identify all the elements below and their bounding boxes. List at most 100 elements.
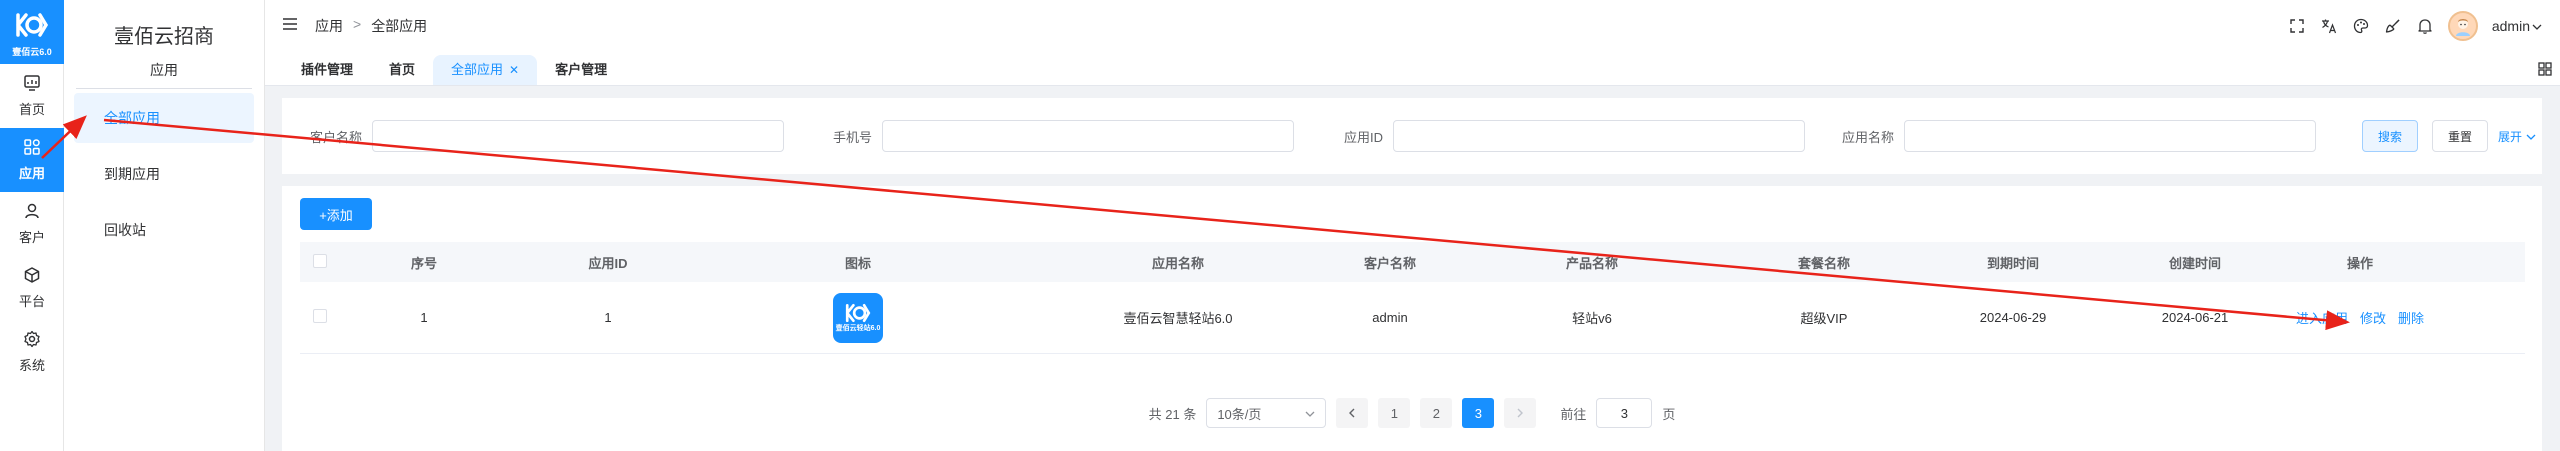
column-header: 产品名称 — [1565, 255, 1618, 271]
tabs-bar: 插件管理 首页 全部应用 ✕ 客户管理 — [265, 52, 2560, 86]
tab-all-apps[interactable]: 全部应用 ✕ — [433, 55, 538, 85]
tab-plugins[interactable]: 插件管理 — [283, 55, 371, 85]
cell-app-id: 1 — [604, 310, 612, 325]
field-label: 手机号 — [832, 129, 872, 145]
brand-name: 壹佰云招商 — [114, 26, 214, 48]
cell-created: 2024-06-21 — [2161, 310, 2229, 325]
breadcrumb: 应用 > 全部应用 — [315, 16, 427, 36]
page-button[interactable]: 2 — [1420, 398, 1453, 428]
rail-item-label: 客户 — [18, 230, 45, 245]
search-button[interactable]: 搜索 — [2362, 120, 2418, 152]
expand-button[interactable]: 展开 — [2498, 128, 2536, 145]
edit-link[interactable]: 修改 — [2360, 311, 2386, 326]
rail-item-label: 系统 — [18, 358, 45, 373]
column-header: 序号 — [410, 255, 437, 271]
apps-grid-icon — [23, 138, 41, 163]
fullscreen-icon[interactable] — [2288, 17, 2306, 35]
chevron-down-icon — [2532, 18, 2542, 34]
delete-link[interactable]: 删除 — [2398, 311, 2424, 326]
close-icon[interactable]: ✕ — [509, 63, 519, 77]
header-checkbox-cell — [300, 253, 340, 271]
phone-input[interactable] — [882, 120, 1294, 152]
submenu-panel: 壹佰云招商 应用 全部应用 到期应用 回收站 — [64, 0, 265, 451]
user-avatar[interactable] — [2447, 11, 2478, 41]
total-count: 共 21 条 — [1148, 406, 1197, 422]
field-label: 客户名称 — [309, 129, 362, 145]
column-header: 客户名称 — [1363, 255, 1416, 271]
search-panel: 客户名称 手机号 应用ID 应用名称 搜索 重置 展开 — [282, 98, 2542, 174]
rail-item-system[interactable]: 系统 — [0, 320, 64, 384]
rail-item-home[interactable]: 首页 — [0, 64, 64, 128]
hamburger-menu-icon[interactable] — [283, 17, 297, 35]
palette-icon[interactable] — [2352, 17, 2370, 35]
submenu-item-all-apps[interactable]: 全部应用 — [74, 93, 254, 143]
cell-product: 轻站v6 — [1572, 311, 1612, 326]
rail-item-label: 首页 — [18, 102, 45, 117]
user-name: admin — [2491, 18, 2530, 34]
app-id-input[interactable] — [1393, 120, 1805, 152]
goto-page-input[interactable]: 3 — [1596, 398, 1653, 428]
prev-page-button[interactable] — [1336, 398, 1369, 428]
tabs-grid-icon[interactable] — [2538, 62, 2552, 79]
rail-item-label: 应用 — [18, 166, 45, 181]
next-page-button[interactable] — [1504, 398, 1537, 428]
app-logo-icon — [845, 303, 871, 322]
cell-customer: admin — [1372, 310, 1408, 325]
column-header: 操作 — [2346, 255, 2373, 271]
field-customer-name: 客户名称 — [282, 120, 784, 152]
cell-plan: 超级VIP — [1800, 311, 1848, 326]
table-panel: +添加 序号 应用ID 图标 应用名称 客户名称 产品名称 套餐名称 到期时间 … — [282, 186, 2542, 451]
icon-rail: 壹佰云6.0 首页 应用 客户 平台 系统 — [0, 0, 64, 451]
cell-app-name: 壹佰云智慧轻站6.0 — [1123, 311, 1233, 326]
table-row: 1 1 壹佰云轻站6.0 壹佰云智慧轻站6.0 admin 轻站v6 超级VIP… — [300, 282, 2525, 354]
submenu-item-expired-apps[interactable]: 到期应用 — [74, 149, 254, 199]
header-toolbar: admin — [2288, 0, 2542, 52]
reset-button[interactable]: 重置 — [2432, 120, 2488, 152]
cell-expire: 2024-06-29 — [1979, 310, 2047, 325]
top-header: 应用 > 全部应用 admin — [265, 0, 2560, 52]
gear-icon — [23, 330, 41, 355]
page-size-select[interactable]: 10条/页 — [1206, 398, 1327, 428]
tab-customers[interactable]: 客户管理 — [537, 55, 625, 85]
app-thumbnail: 壹佰云轻站6.0 — [833, 292, 883, 343]
rail-item-apps[interactable]: 应用 — [0, 128, 64, 192]
row-checkbox[interactable] — [313, 309, 327, 323]
brush-icon[interactable] — [2384, 17, 2402, 35]
column-header: 应用名称 — [1151, 255, 1204, 271]
column-header: 图标 — [844, 255, 871, 271]
select-all-checkbox[interactable] — [313, 253, 327, 268]
bell-icon[interactable] — [2416, 17, 2434, 35]
tab-label: 全部应用 — [451, 62, 504, 77]
translate-icon[interactable] — [2320, 17, 2338, 35]
rail-item-label: 平台 — [18, 294, 45, 309]
field-label: 应用ID — [1343, 129, 1383, 145]
logo-text: 壹佰云6.0 — [12, 46, 52, 57]
app-name-input[interactable] — [1904, 120, 2316, 152]
column-header: 应用ID — [588, 255, 628, 271]
cell-index: 1 — [420, 310, 428, 325]
goto-label: 前往 — [1560, 406, 1587, 422]
column-header: 创建时间 — [2168, 255, 2221, 271]
submenu-item-recycle-bin[interactable]: 回收站 — [74, 205, 254, 255]
apps-table: 序号 应用ID 图标 应用名称 客户名称 产品名称 套餐名称 到期时间 创建时间… — [300, 242, 2525, 354]
breadcrumb-item[interactable]: 应用 — [315, 16, 343, 36]
field-app-id: 应用ID — [1303, 120, 1805, 152]
breadcrumb-item-current: 全部应用 — [371, 18, 428, 34]
cell-icon: 壹佰云轻站6.0 — [708, 292, 1008, 343]
submenu-title: 应用 — [76, 60, 252, 89]
page-button[interactable]: 1 — [1378, 398, 1411, 428]
field-label: 应用名称 — [1841, 129, 1894, 145]
app-logo[interactable]: 壹佰云6.0 — [0, 0, 64, 64]
tab-home[interactable]: 首页 — [371, 55, 433, 85]
dashboard-icon — [23, 74, 41, 99]
customer-name-input[interactable] — [372, 120, 784, 152]
enter-app-link[interactable]: 进入应用 — [2296, 311, 2348, 326]
rail-item-platform[interactable]: 平台 — [0, 256, 64, 320]
column-header: 套餐名称 — [1797, 255, 1850, 271]
add-button[interactable]: +添加 — [300, 198, 372, 230]
page-button-current[interactable]: 3 — [1462, 398, 1495, 428]
table-header: 序号 应用ID 图标 应用名称 客户名称 产品名称 套餐名称 到期时间 创建时间… — [300, 242, 2525, 282]
pagination: 共 21 条 10条/页 1 2 3 前往 3 页 — [282, 398, 2542, 428]
rail-item-customers[interactable]: 客户 — [0, 192, 64, 256]
user-menu[interactable]: admin — [2492, 18, 2542, 34]
